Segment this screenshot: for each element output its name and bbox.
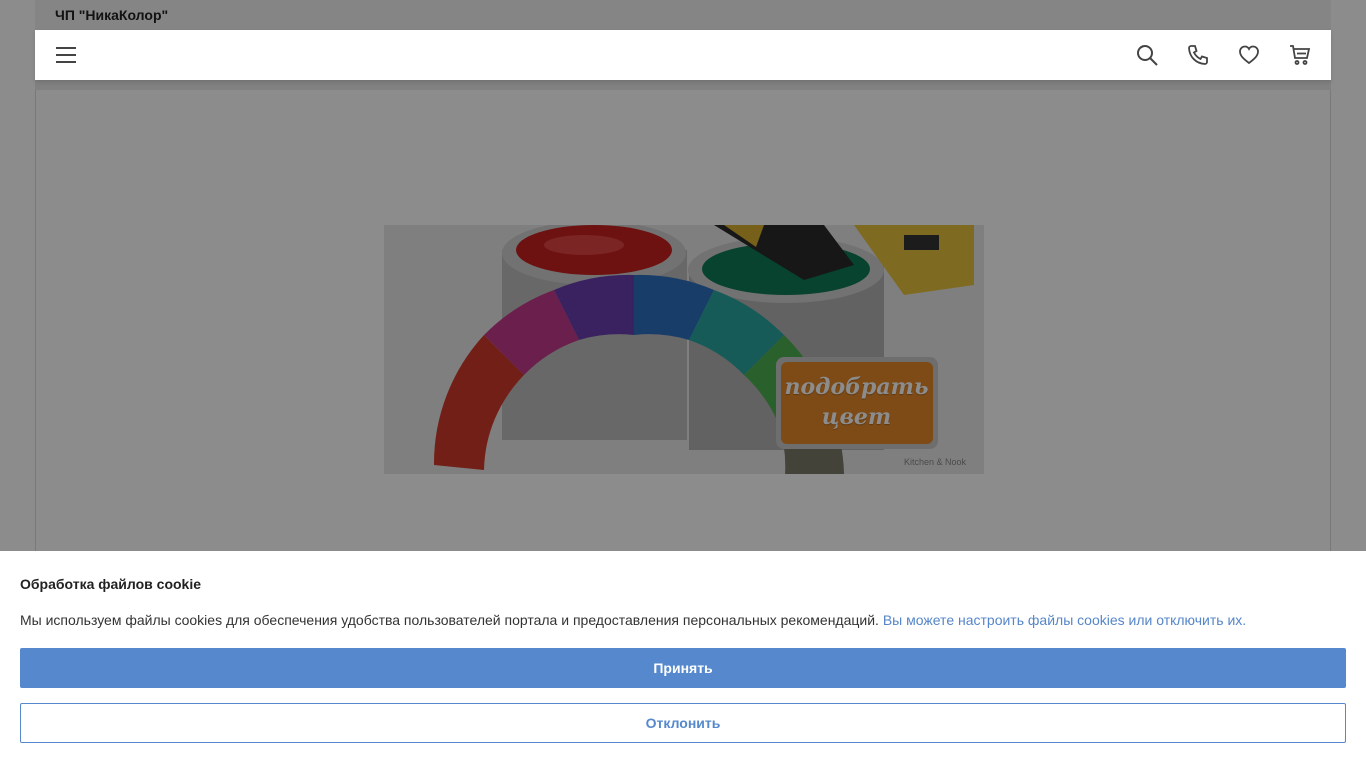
phone-icon[interactable] [1187, 44, 1209, 66]
cookie-description: Мы используем файлы cookies для обеспече… [20, 612, 1246, 628]
header [35, 30, 1331, 80]
cookie-title: Обработка файлов cookie [20, 576, 202, 592]
cookie-text: Мы используем файлы cookies для обеспече… [20, 612, 879, 628]
decline-button[interactable]: Отклонить [20, 703, 1346, 743]
accept-button[interactable]: Принять [20, 648, 1346, 688]
header-actions [1136, 44, 1311, 66]
cart-icon[interactable] [1289, 44, 1311, 66]
search-icon[interactable] [1136, 44, 1158, 66]
heart-icon[interactable] [1238, 44, 1260, 66]
cookie-settings-link[interactable]: Вы можете настроить файлы cookies или от… [883, 612, 1246, 628]
cookie-consent-panel: Обработка файлов cookie Мы используем фа… [0, 551, 1366, 768]
menu-icon[interactable] [55, 44, 77, 66]
